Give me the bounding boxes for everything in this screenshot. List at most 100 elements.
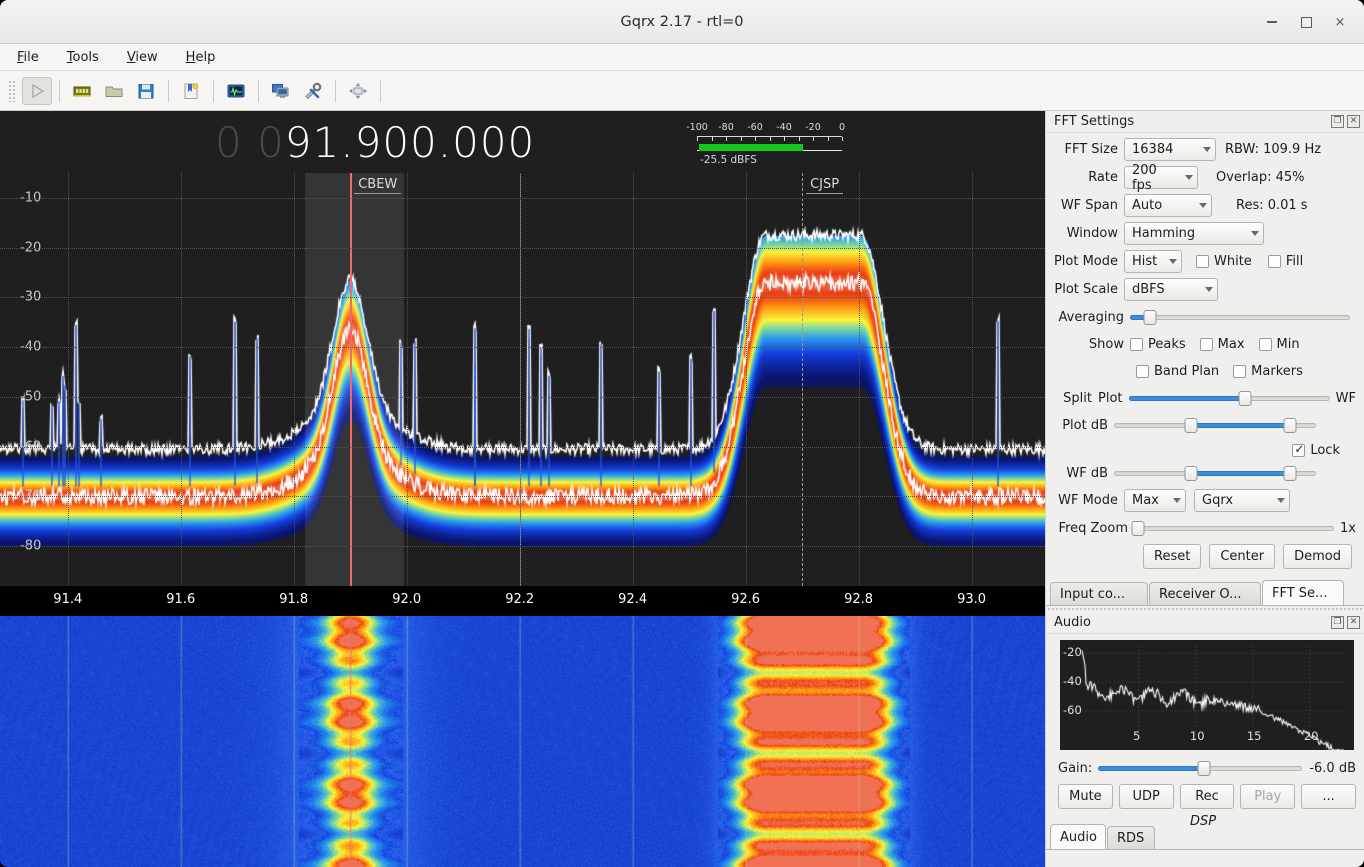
rate-row: Rate 200 fps Overlap: 45% [1050, 166, 1356, 189]
grid-line [0, 496, 1045, 497]
frequency-leading-zeros: 0 0 [215, 118, 285, 167]
maximize-button[interactable] [1292, 8, 1320, 36]
spectrum-x-axis: 91.491.691.892.092.292.492.692.893.0 [0, 586, 1045, 616]
plot-scale-select[interactable]: dBFS [1124, 278, 1218, 301]
meter-tick-label: -100 [686, 122, 708, 133]
grid-line [0, 347, 1045, 348]
fill-checkbox[interactable]: Fill [1268, 254, 1303, 269]
band-plan-checkbox[interactable]: Band Plan [1136, 364, 1219, 379]
wf-span-label: WF Span [1050, 198, 1124, 213]
show-label: Show [1050, 337, 1130, 352]
signal-meter-ticks [697, 136, 842, 142]
grid-line [0, 447, 1045, 448]
grid-line [68, 173, 69, 586]
rate-select[interactable]: 200 fps [1124, 166, 1198, 189]
center-button[interactable]: Center [1209, 544, 1275, 569]
demod-button[interactable]: Demod [1283, 544, 1352, 569]
spectrum-y-axis: -10-20-30-40-50-60-70-80 [0, 173, 1045, 586]
markers-label: Markers [1251, 364, 1303, 379]
bookmarks-button[interactable] [176, 77, 206, 105]
dock-tabbar: Input co... Receiver O... FFT Se... [1046, 580, 1364, 605]
markers-checkbox[interactable]: Markers [1233, 364, 1303, 379]
audio-play-button[interactable]: Play [1240, 784, 1295, 809]
waterfall-plot[interactable] [0, 616, 1045, 867]
tab-audio[interactable]: Audio [1050, 824, 1106, 849]
white-checkbox[interactable]: White [1196, 254, 1252, 269]
checkbox-box [1196, 255, 1209, 268]
menu-tools[interactable]: Tools [64, 48, 102, 67]
averaging-slider[interactable] [1130, 308, 1350, 326]
lock-checkbox[interactable]: Lock [1292, 443, 1340, 458]
checkbox-box [1292, 444, 1305, 457]
tab-fft-settings[interactable]: FFT Se... [1262, 580, 1344, 605]
signal-meter: -100-80-60-40-200 -25.5 dBFS [697, 122, 842, 166]
open-file-button[interactable] [99, 77, 129, 105]
wf-span-select[interactable]: Auto [1124, 194, 1212, 217]
close-icon[interactable]: ✕ [1347, 616, 1360, 629]
close-button[interactable]: × [1326, 8, 1354, 36]
split-row: Split Plot WF [1050, 387, 1356, 409]
peaks-label: Peaks [1148, 337, 1186, 352]
window-row: Window Hamming [1050, 222, 1356, 245]
waterfall-canvas[interactable] [0, 616, 1045, 867]
gain-slider[interactable] [1098, 759, 1302, 777]
plot-mode-select[interactable]: Hist [1124, 250, 1182, 273]
iq-recorder-button[interactable] [221, 77, 251, 105]
audio-moremoremore-button[interactable]: ... [1301, 784, 1356, 809]
chevron-down-icon [1173, 498, 1181, 503]
station-label[interactable]: CBEW [354, 177, 401, 194]
band-plan-label: Band Plan [1154, 364, 1219, 379]
freq-zoom-label: Freq Zoom [1050, 521, 1134, 536]
rate-value: 200 fps [1132, 163, 1178, 193]
meter-tick-label: 0 [839, 122, 845, 133]
x-axis-tick-label: 92.2 [505, 592, 534, 607]
frequency-readout[interactable]: 0 091.900.000 [215, 118, 535, 167]
float-icon[interactable]: ❐ [1331, 616, 1344, 629]
max-checkbox[interactable]: Max [1200, 337, 1245, 352]
peaks-checkbox[interactable]: Peaks [1130, 337, 1186, 352]
averaging-row: Averaging [1050, 306, 1356, 328]
start-dsp-button[interactable] [22, 77, 52, 105]
lock-row: Lock [1050, 439, 1356, 461]
gain-row: Gain: -6.0 dB [1058, 757, 1356, 779]
window-select[interactable]: Hamming [1124, 222, 1264, 245]
x-axis-tick-label: 91.6 [166, 592, 195, 607]
toolbar-grip[interactable] [8, 80, 16, 102]
device-config-button[interactable] [67, 77, 97, 105]
remote-control-button[interactable] [266, 77, 296, 105]
menu-help[interactable]: Help [183, 48, 219, 67]
audio-mute-button[interactable]: Mute [1058, 784, 1113, 809]
wf-db-range-slider[interactable] [1114, 464, 1316, 482]
plot-mode-row: Plot Mode Hist White Fill [1050, 250, 1356, 273]
tab-input-controls[interactable]: Input co... [1050, 582, 1148, 605]
min-checkbox[interactable]: Min [1259, 337, 1300, 352]
reset-button[interactable]: Reset [1143, 544, 1201, 569]
spectrum-plot[interactable]: -10-20-30-40-50-60-70-80 0 091.900.000 -… [0, 111, 1045, 586]
audio-udp-button[interactable]: UDP [1119, 784, 1174, 809]
save-button[interactable] [131, 77, 161, 105]
station-label[interactable]: CJSP [806, 177, 843, 194]
split-slider[interactable] [1129, 389, 1330, 407]
grid-line [859, 173, 860, 586]
plot-db-range-slider[interactable] [1114, 416, 1316, 434]
tab-rds[interactable]: RDS [1107, 826, 1155, 849]
tab-receiver-options[interactable]: Receiver O... [1149, 582, 1261, 605]
toolbar-separator [213, 80, 214, 102]
min-label: Min [1277, 337, 1300, 352]
show-row-1: Show Peaks Max Min [1050, 333, 1356, 355]
audio-spectrum-plot[interactable]: -20-40-605101520 [1060, 640, 1354, 750]
full-screen-button[interactable] [343, 77, 373, 105]
menu-view[interactable]: View [124, 48, 161, 67]
audio-rec-button[interactable]: Rec [1180, 784, 1235, 809]
float-icon[interactable]: ❐ [1331, 115, 1344, 128]
close-icon[interactable]: ✕ [1347, 115, 1360, 128]
grid-line [0, 546, 1045, 547]
wf-mode-select[interactable]: Max [1124, 489, 1186, 512]
fft-size-select[interactable]: 16384 [1124, 138, 1216, 161]
wf-colormap-select[interactable]: Gqrx [1194, 489, 1290, 512]
spectrum-grid: -10-20-30-40-50-60-70-80 [0, 173, 1045, 586]
minimize-button[interactable] [1258, 8, 1286, 36]
settings-button[interactable] [298, 77, 328, 105]
menu-file[interactable]: File [14, 48, 42, 67]
freq-zoom-slider[interactable] [1134, 519, 1334, 537]
